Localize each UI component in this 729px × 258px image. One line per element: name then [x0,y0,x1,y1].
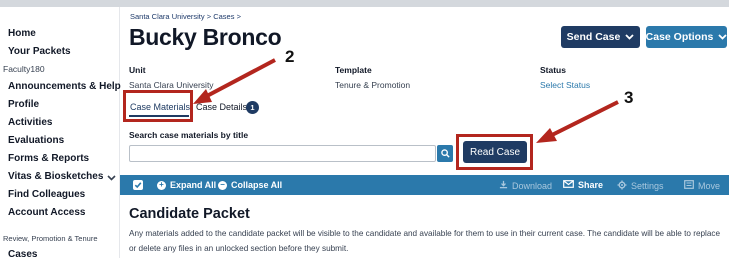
annotation-arrow-3 [549,100,619,138]
download-label: Download [512,180,553,191]
unit-label: Unit [129,65,146,75]
chevron-down-icon [625,32,634,42]
page-title: Bucky Bronco [129,24,282,50]
annotation-arrowhead-3 [536,128,557,143]
top-strip [0,0,729,7]
search-input[interactable] [129,145,436,162]
settings-button[interactable]: Settings [617,180,664,192]
tab-case-details[interactable]: Case Details [196,102,247,112]
sidebar-item-home[interactable]: Home [8,28,36,39]
materials-toolbar: + Expand All − Collapse All Download Sha… [120,175,729,195]
move-label: Move [698,180,721,191]
search-label: Search case materials by title [129,130,249,140]
annotation-highlight-read-case [456,134,533,170]
section-title: Candidate Packet [129,206,250,222]
sidebar-section-review-promotion-tenure: Review, Promotion & Tenure [3,234,98,243]
breadcrumb-link-cases[interactable]: Cases [213,12,234,21]
breadcrumb-separator: > [236,12,241,21]
download-button[interactable]: Download [499,180,552,191]
send-case-button[interactable]: Send Case [561,26,640,48]
breadcrumb-separator: > [206,12,212,21]
collapse-all-button[interactable]: − Collapse All [218,180,282,190]
chevron-down-icon [718,32,727,42]
sidebar-item-account-access[interactable]: Account Access [8,207,85,218]
collapse-all-label: Collapse All [231,180,283,190]
sidebar-item-cases[interactable]: Cases [8,249,37,258]
annotation-highlight-case-materials [123,90,193,122]
annotation-arrow-2 [204,58,276,99]
annotation-number-2: 2 [285,47,295,66]
select-status-link[interactable]: Select Status [540,80,590,90]
gear-icon [617,180,627,192]
chevron-down-icon[interactable] [107,173,116,183]
sidebar-item-evaluations[interactable]: Evaluations [8,135,64,146]
download-icon [499,180,508,191]
annotation-number-3: 3 [624,88,634,107]
unit-value: Santa Clara University [129,80,214,90]
sidebar-item-vitas-biosketches[interactable]: Vitas & Biosketches [8,171,103,182]
sidebar-item-announcements-help[interactable]: Announcements & Help [8,81,121,92]
breadcrumb: Santa Clara University > Cases > [130,12,241,21]
minus-circle-icon: − [218,180,227,190]
envelope-icon [563,180,574,190]
breadcrumb-link-university[interactable]: Santa Clara University [130,12,205,21]
template-value: Tenure & Promotion [335,80,411,90]
expand-all-label: Expand All [170,180,217,190]
move-icon [684,180,694,191]
sidebar-item-activities[interactable]: Activities [8,117,52,128]
template-label: Template [335,65,372,75]
sidebar-item-find-colleagues[interactable]: Find Colleagues [8,189,85,200]
case-options-label: Case Options [645,31,714,43]
sidebar-section-faculty180: Faculty180 [3,64,45,74]
expand-all-button[interactable]: + Expand All [157,180,216,190]
case-options-button[interactable]: Case Options [646,26,727,48]
case-details-count-badge: 1 [246,101,259,114]
search-button[interactable] [437,145,453,162]
search-icon [440,145,450,163]
move-button[interactable]: Move [684,180,720,191]
send-case-label: Send Case [566,31,621,43]
sidebar-item-profile[interactable]: Profile [8,99,39,110]
status-label: Status [540,65,566,75]
sidebar-item-your-packets[interactable]: Your Packets [8,46,71,57]
share-label: Share [578,180,604,190]
section-description: Any materials added to the candidate pac… [129,229,721,253]
plus-circle-icon: + [157,180,166,190]
sidebar-item-forms-reports[interactable]: Forms & Reports [8,153,89,164]
select-all-checkbox[interactable] [133,180,143,190]
sidebar: Home Your Packets Faculty180 Announcemen… [0,7,121,258]
settings-label: Settings [631,181,664,191]
share-button[interactable]: Share [563,180,603,190]
